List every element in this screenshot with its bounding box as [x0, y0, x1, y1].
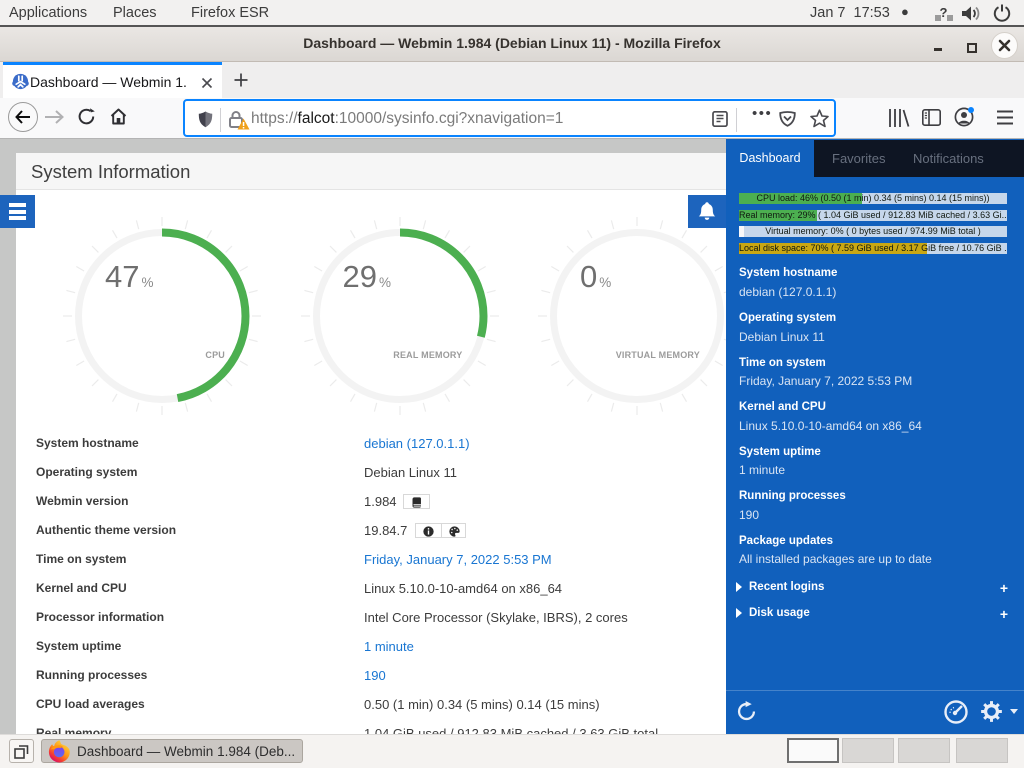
svg-text:?: ? [940, 6, 948, 20]
